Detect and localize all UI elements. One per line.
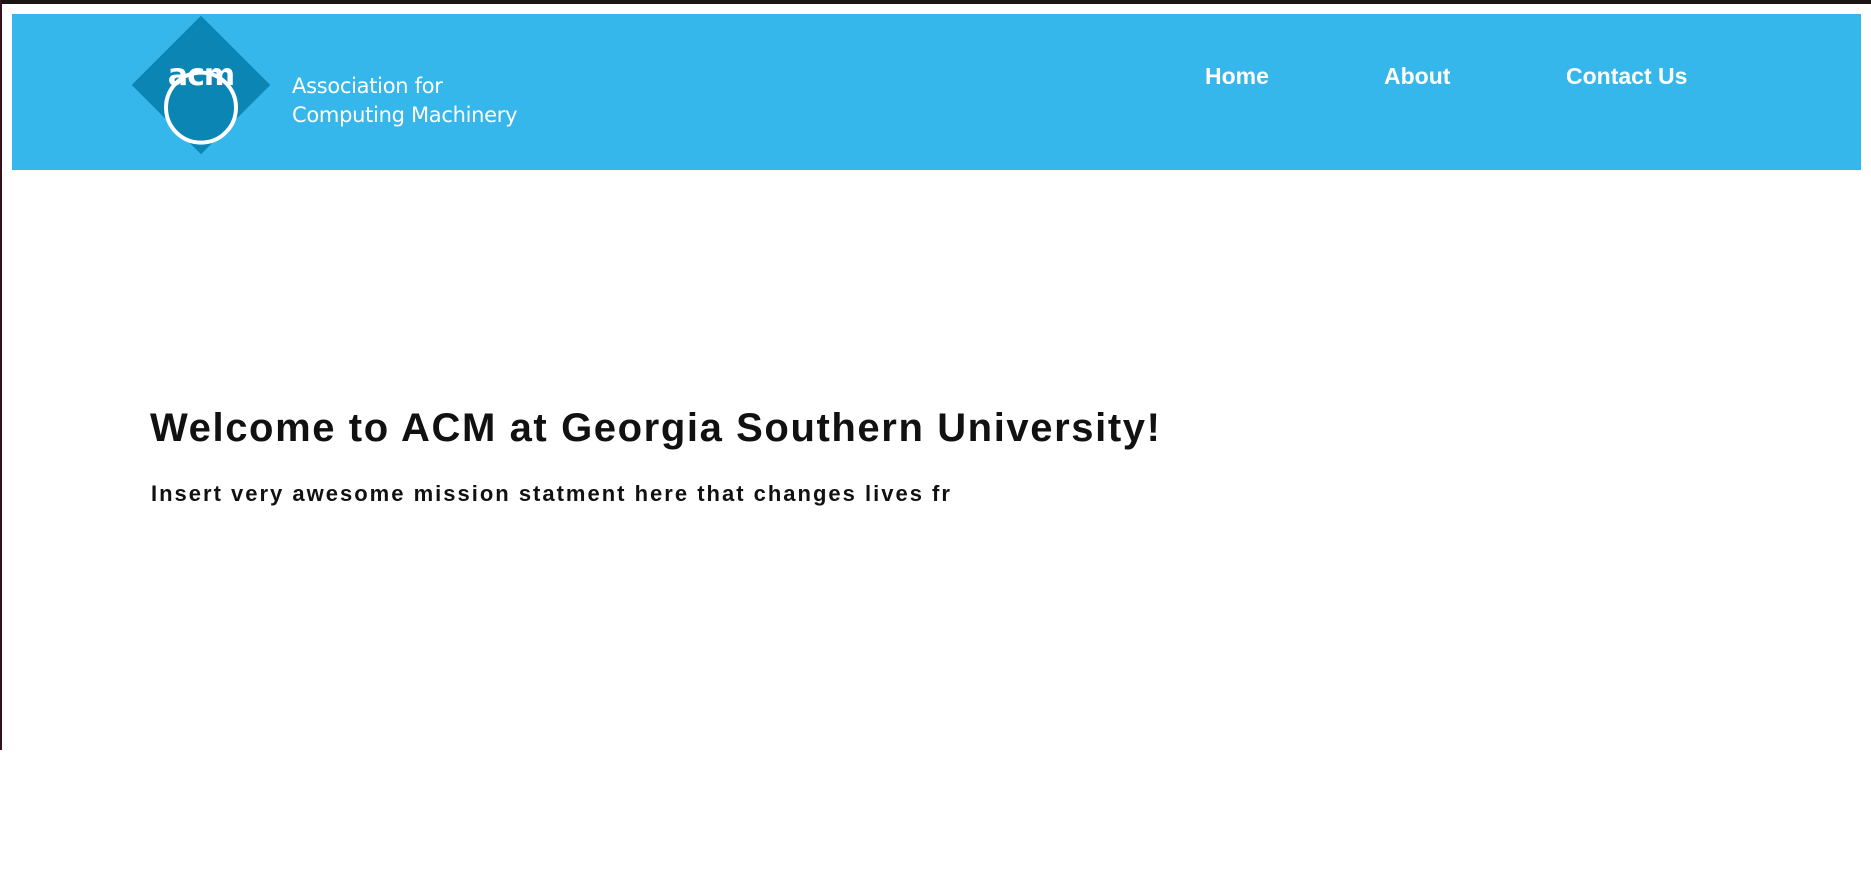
logo-wordmark: Association for Computing Machinery <box>292 72 518 130</box>
welcome-heading: Welcome to ACM at Georgia Southern Unive… <box>150 406 1162 450</box>
acm-logo[interactable]: acm Association for Computing Machinery <box>131 15 556 162</box>
nav-link-contact-us[interactable]: Contact Us <box>1566 63 1687 90</box>
logo-abbreviation: acm <box>167 58 235 93</box>
site-header: acm Association for Computing Machinery … <box>12 14 1861 170</box>
logo-wordmark-line1: Association for <box>292 74 443 98</box>
mission-statement: Insert very awesome mission statment her… <box>151 481 952 506</box>
logo-wordmark-line2: Computing Machinery <box>292 103 518 127</box>
nav-link-home[interactable]: Home <box>1205 63 1269 90</box>
window-left-edge <box>0 0 2 750</box>
nav-link-about[interactable]: About <box>1384 63 1450 90</box>
window-top-edge <box>0 0 1871 4</box>
page: acm Association for Computing Machinery … <box>0 0 1871 888</box>
